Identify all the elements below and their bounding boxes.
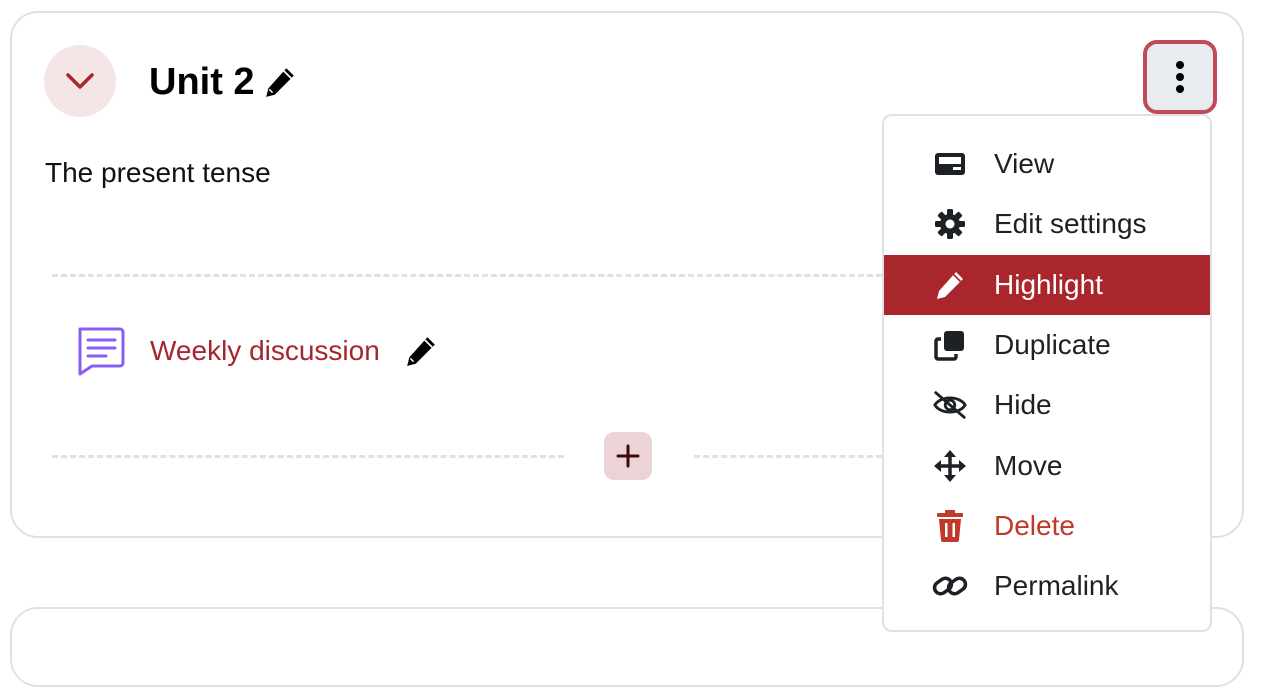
activity-link[interactable]: Weekly discussion <box>150 335 380 367</box>
menu-item-label: Hide <box>994 389 1052 421</box>
kebab-icon <box>1175 60 1185 94</box>
section-summary: The present tense <box>45 157 271 188</box>
section-actions-button[interactable] <box>1143 40 1217 114</box>
divider <box>52 455 564 458</box>
menu-item-label: View <box>994 148 1055 180</box>
add-activity-button[interactable] <box>604 432 652 480</box>
forum-icon <box>74 325 126 377</box>
link-icon <box>932 568 968 604</box>
menu-item-permalink[interactable]: Permalink <box>884 556 1210 616</box>
section-actions-menu: View Edit settings Highlight Duplicate H… <box>882 114 1212 632</box>
section-title: Unit 2 <box>149 61 255 103</box>
menu-item-hide[interactable]: Hide <box>884 375 1210 435</box>
menu-item-highlight[interactable]: Highlight <box>884 254 1210 315</box>
pencil-icon[interactable] <box>263 65 297 99</box>
chevron-down-icon <box>65 72 95 90</box>
trash-icon <box>932 508 968 544</box>
divider <box>52 274 882 277</box>
menu-item-edit-settings[interactable]: Edit settings <box>884 194 1210 254</box>
menu-item-view[interactable]: View <box>884 134 1210 194</box>
copy-icon <box>932 327 968 363</box>
menu-item-move[interactable]: Move <box>884 435 1210 495</box>
menu-item-delete[interactable]: Delete <box>884 496 1210 556</box>
move-arrows-icon <box>932 448 968 484</box>
collapse-section-button[interactable] <box>44 45 116 117</box>
menu-item-label: Highlight <box>994 268 1103 300</box>
gear-icon <box>932 206 968 242</box>
view-icon <box>932 146 968 182</box>
menu-item-label: Move <box>994 449 1063 481</box>
activity-row: Weekly discussion <box>74 324 438 378</box>
menu-item-label: Edit settings <box>994 208 1147 240</box>
pencil-icon <box>932 267 968 303</box>
menu-item-label: Duplicate <box>994 329 1111 361</box>
pencil-icon[interactable] <box>404 334 438 368</box>
eye-slash-icon <box>932 387 968 423</box>
divider <box>694 455 882 458</box>
menu-item-label: Delete <box>994 509 1075 541</box>
menu-item-label: Permalink <box>994 570 1119 602</box>
menu-item-duplicate[interactable]: Duplicate <box>884 315 1210 375</box>
section-title-row: Unit 2 <box>149 58 297 106</box>
plus-icon <box>616 444 640 468</box>
